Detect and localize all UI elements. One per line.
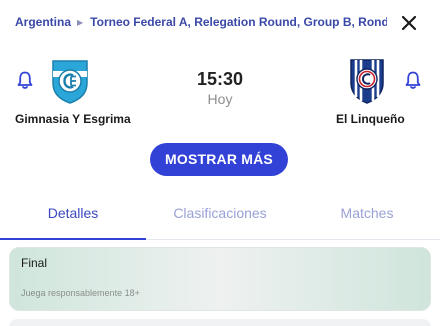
tab-details[interactable]: Detalles [0, 196, 146, 240]
home-notification-button[interactable] [16, 70, 34, 90]
gimnasia-crest-icon [52, 60, 88, 104]
close-button[interactable] [398, 12, 420, 34]
away-team-name[interactable]: El Linqueño [336, 112, 405, 126]
tab-bar: Detalles Clasificaciones Matches [0, 196, 440, 240]
responsible-gambling-disclaimer: Juega responsablemente 18+ [21, 288, 140, 298]
home-team-crest[interactable] [50, 57, 90, 105]
away-notification-button[interactable] [404, 70, 422, 90]
match-status-card: Final Juega responsablemente 18+ [9, 247, 431, 311]
tab-standings[interactable]: Clasificaciones [146, 196, 294, 240]
away-team-crest[interactable] [347, 57, 387, 105]
close-icon [401, 15, 417, 31]
breadcrumb-competition[interactable]: Torneo Federal A, Relegation Round, Grou… [90, 15, 387, 29]
match-status-label: Final [21, 256, 48, 270]
match-time: 15:30 [196, 69, 244, 89]
breadcrumb: Argentina ▶ Torneo Federal A, Relegation R… [15, 14, 387, 30]
tab-matches[interactable]: Matches [294, 196, 440, 240]
next-section-card [9, 319, 431, 326]
active-tab-indicator [0, 238, 146, 240]
match-day: Hoy [207, 91, 233, 107]
bell-icon [405, 71, 421, 89]
home-team-name[interactable]: Gimnasia Y Esgrima [15, 112, 131, 126]
breadcrumb-separator-icon: ▶ [77, 18, 84, 27]
show-more-button[interactable]: MOSTRAR MÁS [150, 143, 288, 176]
el-linqueno-crest-icon [350, 59, 384, 104]
breadcrumb-country[interactable]: Argentina [15, 15, 71, 29]
match-detail-panel: Argentina ▶ Torneo Federal A, Relegation R… [0, 0, 440, 326]
bell-icon [17, 71, 33, 89]
